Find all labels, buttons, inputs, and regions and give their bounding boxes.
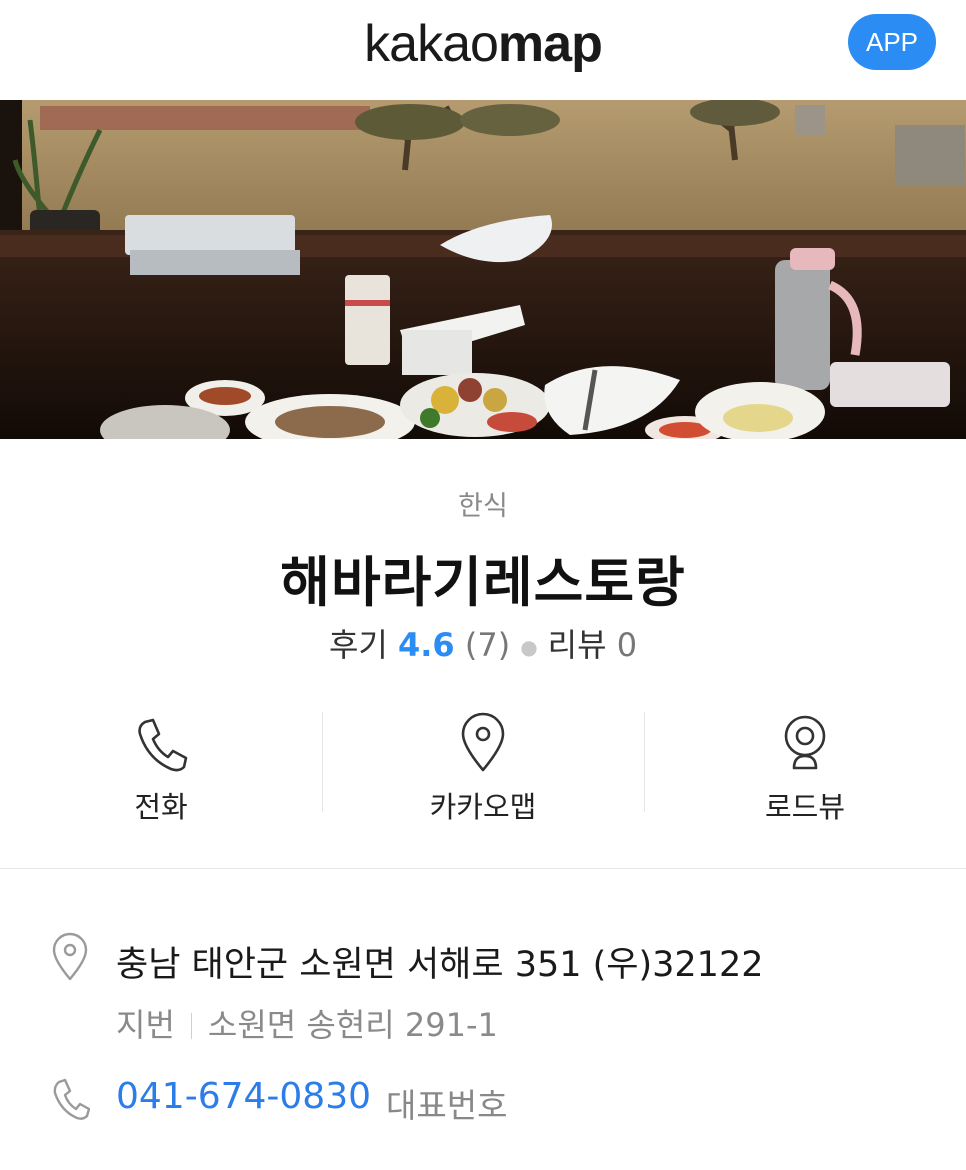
app-button[interactable]: APP bbox=[848, 14, 936, 70]
rating-summary[interactable]: 후기 4.6 (7) ● 리뷰 0 bbox=[0, 620, 966, 666]
call-label: 전화 bbox=[134, 790, 188, 824]
rating-count: (7) bbox=[464, 626, 511, 664]
blog-review-count: 0 bbox=[616, 626, 638, 664]
place-category: 한식 bbox=[458, 491, 508, 522]
jibun-separator bbox=[190, 1013, 192, 1039]
jibun-address: 소원면 송현리 291-1 bbox=[207, 1006, 498, 1044]
address-jibun: 지번 소원면 송현리 291-1 bbox=[116, 1000, 498, 1046]
roadview-label: 로드뷰 bbox=[764, 790, 846, 824]
action-bar: 전화 카카오맵 로드뷰 bbox=[0, 700, 966, 830]
place-name: 해바라기레스토랑 bbox=[280, 551, 686, 614]
place-photo[interactable] bbox=[0, 100, 966, 439]
blog-review-label: 리뷰 bbox=[547, 626, 607, 664]
rating-score: 4.6 bbox=[398, 626, 455, 664]
kakaomap-button[interactable]: 카카오맵 bbox=[322, 700, 644, 830]
map-pin-icon bbox=[461, 712, 505, 772]
address-road[interactable]: 충남 태안군 소원면 서해로 351 (우)32122 bbox=[116, 936, 763, 987]
jibun-label: 지번 bbox=[116, 1006, 175, 1044]
phone-type-label: 대표번호 bbox=[386, 1086, 508, 1125]
kakaomap-label: 카카오맵 bbox=[429, 790, 537, 824]
review-label: 후기 bbox=[328, 626, 388, 664]
roadview-camera-icon bbox=[784, 715, 826, 770]
section-divider bbox=[0, 868, 966, 869]
phone-small-icon bbox=[53, 1078, 90, 1120]
call-button[interactable]: 전화 bbox=[0, 700, 322, 830]
restaurant-photo-image bbox=[0, 100, 966, 439]
top-bar: kakaomap APP bbox=[0, 0, 966, 100]
roadview-button[interactable]: 로드뷰 bbox=[644, 700, 966, 830]
separator-dot: ● bbox=[520, 635, 538, 659]
phone-number-link[interactable]: 041-674-0830 bbox=[116, 1076, 371, 1117]
phone-icon bbox=[138, 718, 188, 772]
kakaomap-logo[interactable]: kakaomap bbox=[0, 14, 966, 74]
location-pin-icon bbox=[52, 932, 88, 981]
